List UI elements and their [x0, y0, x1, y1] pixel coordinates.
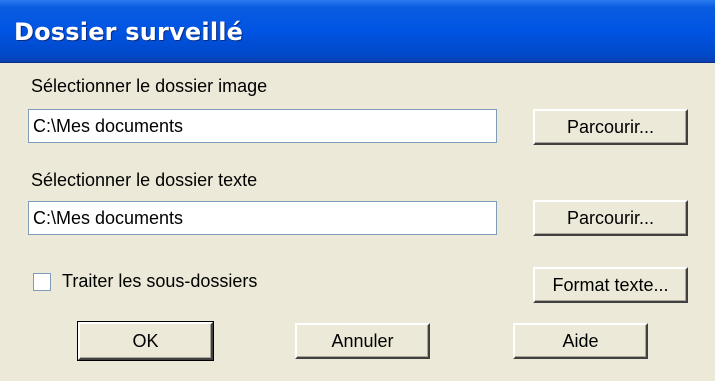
image-folder-label: Sélectionner le dossier image — [31, 76, 268, 96]
text-folder-label: Sélectionner le dossier texte — [31, 170, 258, 190]
text-folder-input[interactable]: C:\Mes documents — [28, 201, 497, 235]
window-title: Dossier surveillé — [14, 18, 244, 46]
ok-button[interactable]: OK — [77, 321, 214, 361]
browse-text-folder-button[interactable]: Parcourir... — [533, 200, 688, 236]
format-text-button-label: Format texte... — [552, 274, 669, 295]
help-button[interactable]: Aide — [513, 323, 648, 359]
ok-button-label: OK — [132, 330, 159, 351]
browse-image-folder-button-label: Parcourir... — [566, 116, 655, 137]
cancel-button[interactable]: Annuler — [295, 323, 430, 359]
cancel-button-label: Annuler — [331, 330, 394, 351]
subfolders-checkbox[interactable] — [33, 273, 51, 291]
dialog-body: Sélectionner le dossier image C:\Mes doc… — [0, 63, 715, 381]
browse-image-folder-button[interactable]: Parcourir... — [533, 109, 688, 145]
help-button-label: Aide — [562, 330, 599, 351]
title-bar[interactable]: Dossier surveillé — [0, 0, 715, 63]
subfolders-label: Traiter les sous-dossiers — [62, 271, 258, 291]
browse-text-folder-button-label: Parcourir... — [566, 207, 655, 228]
image-folder-input[interactable]: C:\Mes documents — [28, 109, 497, 143]
format-text-button[interactable]: Format texte... — [533, 267, 688, 303]
